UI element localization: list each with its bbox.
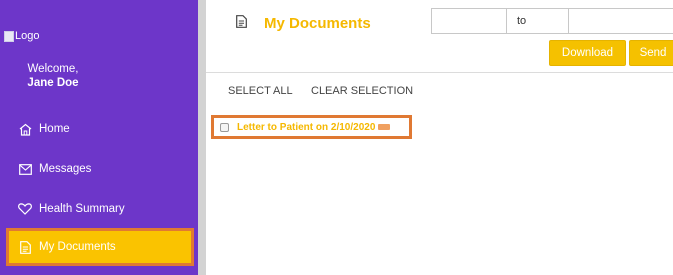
select-all-link[interactable]: SELECT ALL <box>228 85 293 97</box>
clear-selection-link[interactable]: CLEAR SELECTION <box>311 85 413 97</box>
sidebar-item-label: Messages <box>39 163 92 175</box>
download-button[interactable]: Download <box>549 40 626 66</box>
sidebar-splitter[interactable] <box>198 0 206 275</box>
divider <box>206 72 673 73</box>
new-badge-icon <box>378 124 391 130</box>
document-icon <box>18 240 32 254</box>
sidebar-item-messages[interactable]: Messages <box>0 150 198 188</box>
welcome-block: Welcome, Jane Doe <box>0 62 106 90</box>
logo: Logo <box>4 30 39 42</box>
list-item: Letter to Patient on 2/10/2020 <box>211 115 412 139</box>
sidebar-item-home[interactable]: Home <box>0 110 198 148</box>
heart-icon <box>18 202 32 216</box>
broken-image-icon <box>4 30 14 42</box>
sidebar-item-health-summary[interactable]: Health Summary <box>0 190 198 228</box>
user-name: Jane Doe <box>27 77 79 89</box>
sidebar-bottom <box>0 266 198 275</box>
home-icon <box>18 122 32 136</box>
sidebar-item-label: My Documents <box>39 241 116 253</box>
welcome-label: Welcome, <box>27 63 79 75</box>
send-button[interactable]: Send <box>629 40 673 66</box>
date-from-input[interactable] <box>431 8 507 34</box>
envelope-icon <box>18 162 32 176</box>
document-checkbox[interactable] <box>220 122 229 132</box>
document-link[interactable]: Letter to Patient on 2/10/2020 <box>237 122 375 133</box>
logo-alt-text: Logo <box>15 30 40 42</box>
sidebar-item-label: Health Summary <box>39 203 125 215</box>
sidebar-item-label: Home <box>39 123 70 135</box>
date-to-input[interactable] <box>569 8 673 34</box>
date-range-separator: to <box>507 8 569 34</box>
page-title: My Documents <box>264 15 371 32</box>
sidebar-item-my-documents[interactable]: My Documents <box>6 228 194 266</box>
document-icon <box>236 15 247 33</box>
